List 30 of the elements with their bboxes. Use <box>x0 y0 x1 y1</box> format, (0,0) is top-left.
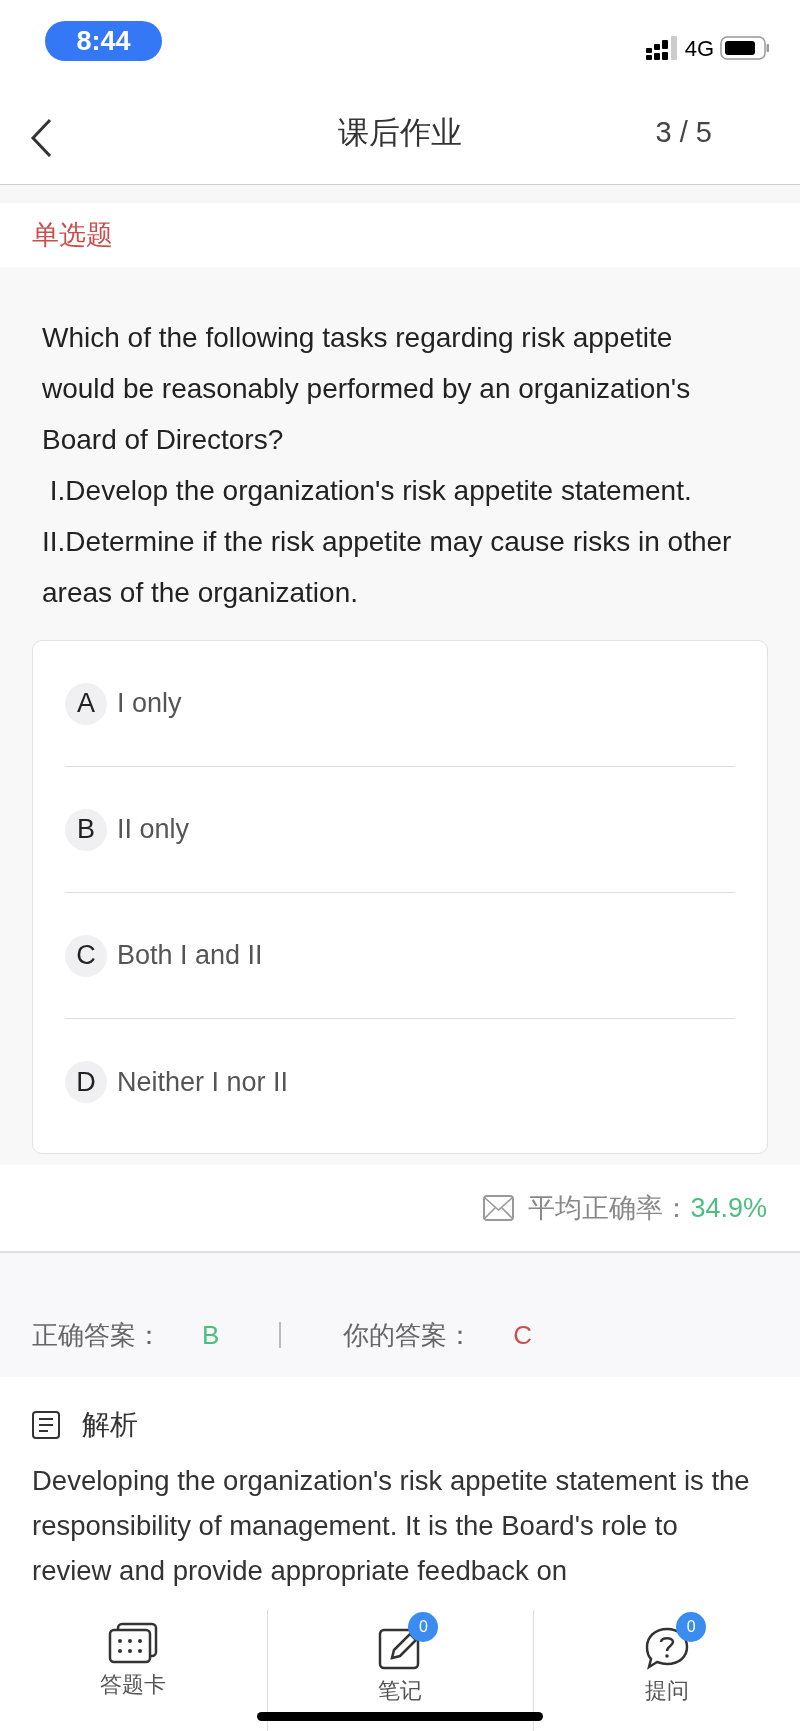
mail-icon <box>483 1195 515 1221</box>
page-title: 课后作业 <box>338 113 462 152</box>
status-time: 8:44 <box>45 21 162 61</box>
toolbar-button[interactable]: 答题卡 <box>0 1606 267 1731</box>
answer-option[interactable]: A I only <box>65 641 735 767</box>
progress-counter: 3 / 5 <box>655 115 712 151</box>
question-text: II.Determine if the risk appetite may cause risks in other areas of the organization. <box>42 525 733 610</box>
section-title: 解析 <box>82 1408 138 1442</box>
answer-label: 你的答案： <box>343 1318 474 1352</box>
network-label: 4G <box>684 34 714 63</box>
question-text: I.Develop the organization's risk appetite statement. <box>48 474 693 508</box>
correct-answer: B <box>202 1318 220 1352</box>
stat-value: 34.9% <box>690 1191 767 1225</box>
answer-label: 正确答案： <box>32 1318 162 1352</box>
document-icon <box>32 1411 60 1439</box>
answer-option[interactable]: B II only <box>65 767 735 893</box>
your-answer: C <box>513 1318 533 1352</box>
answer-option[interactable]: C Both I and II <box>65 893 735 1019</box>
cards-icon <box>108 1622 159 1664</box>
question-type: 单选题 <box>32 218 113 252</box>
signal-icon <box>645 36 679 60</box>
toolbar-button[interactable]: 0 提问 <box>533 1610 800 1731</box>
answer-option[interactable]: D Neither I nor II <box>65 1019 735 1145</box>
count-badge: 0 <box>676 1612 707 1642</box>
question-text: Which of the following tasks regarding risk appetite would be reasonably performed by an organization's Board of Directors? <box>42 321 692 457</box>
battery-icon <box>720 36 770 60</box>
count-badge: 0 <box>408 1612 439 1642</box>
analysis-text: Developing the organization's risk appetite statement is the responsibility of management. It is the Board's role to review and provide appropriate feedback on <box>32 1464 751 1588</box>
back-icon[interactable] <box>30 118 52 158</box>
stat-label: 平均正确率： <box>528 1191 691 1225</box>
